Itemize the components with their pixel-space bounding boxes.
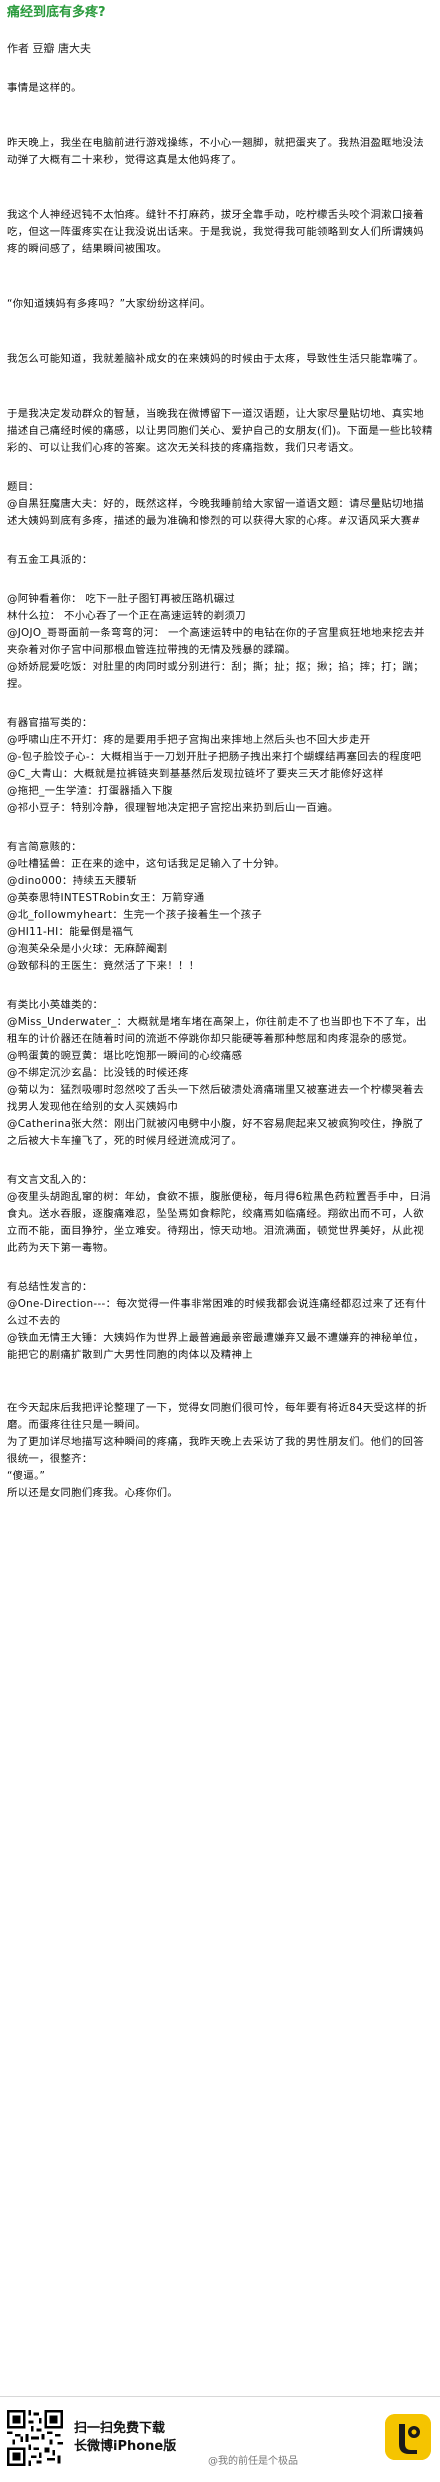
footer-promo-line2: 长微博iPhone版	[74, 2439, 177, 2454]
article-page: 痛经到底有多疼? 作者 豆瓣 唐大夫 事情是这样的。 昨天晚上，我坐在电脑前进行…	[0, 0, 440, 2482]
paragraph-response: 我怎么可能知道，我就差脑补成女的在来姨妈的时候由于太疼，导致性生活只能靠嘴了。	[7, 353, 424, 365]
footer-promo: 扫一扫免费下载 长微博iPhone版	[74, 2420, 176, 2456]
app-logo-icon[interactable]	[385, 2414, 431, 2460]
paragraph-conclusion: 在今天起床后我把评论整理了一下，觉得女同胞们很可怜，每年要有将近84天受这样的折…	[7, 1402, 428, 1499]
article-body: 事情是这样的。 昨天晚上，我坐在电脑前进行游戏操练，不小心一翘脚，就把蛋夹了。我…	[7, 80, 433, 1502]
paragraph-intro: 事情是这样的。	[7, 82, 82, 94]
paragraph-incident: 昨天晚上，我坐在电脑前进行游戏操练，不小心一翘脚，就把蛋夹了。我热泪盈眶地没法动…	[7, 137, 424, 166]
section-organs: 有器官描写类的： @呼啸山庄不开灯：疼的是要用手把子宫掏出来摔地上然后头也不回大…	[7, 717, 422, 814]
article-byline: 作者 豆瓣 唐大夫	[7, 42, 91, 55]
section-hardware: @阿钟看着你： 吃下一肚子图钉再被压路机碾过 林什么拉： 不小心吞了一个正在高速…	[7, 593, 425, 690]
paragraph-question: “你知道姨妈有多疼吗？”大家纷纷这样问。	[7, 298, 211, 310]
section-summary: 有总结性发言的： @One-Direction---：每次觉得一件事非常困难的时…	[7, 1281, 427, 1361]
paragraph-prompt: 题目： @自黑狂魔唐大夫：好的，既然这样，今晚我睡前给大家留一道语文题：请尽量贴…	[7, 481, 424, 527]
section-analogy: 有类比小英雄类的： @Miss_Underwater_：大概就是堵车堵在高架上，…	[7, 999, 427, 1147]
paragraph-background: 我这个人神经迟钝不太怕疼。缝针不打麻药，拔牙全靠手动，吃柠檬舌头咬个洞漱口接着吃…	[7, 209, 424, 255]
qr-code-icon[interactable]	[7, 2410, 63, 2466]
footer-watermark: @我的前任是个极品	[208, 2456, 298, 2467]
footer-promo-line1: 扫一扫免费下载	[74, 2421, 166, 2436]
footer-divider	[0, 2396, 440, 2397]
paragraph-method: 于是我决定发动群众的智慧，当晚我在微博留下一道汉语题，让大家尽量贴切地、真实地描…	[7, 408, 433, 454]
footer-banner: 扫一扫免费下载 长微博iPhone版 @我的前任是个极品	[0, 2396, 440, 2482]
section-concise: 有言简意赅的： @吐槽猛兽：正在来的途中，这句话我足足输入了十分钟。 @dino…	[7, 841, 285, 972]
article-title: 痛经到底有多疼?	[7, 5, 106, 20]
section-heading-hardware: 有五金工具派的：	[7, 554, 93, 566]
section-classical: 有文言文乱入的： @夜里头胡跑乱窜的树：年幼，食欲不振，腹胀便秘，每月得6粒黑色…	[7, 1174, 431, 1254]
